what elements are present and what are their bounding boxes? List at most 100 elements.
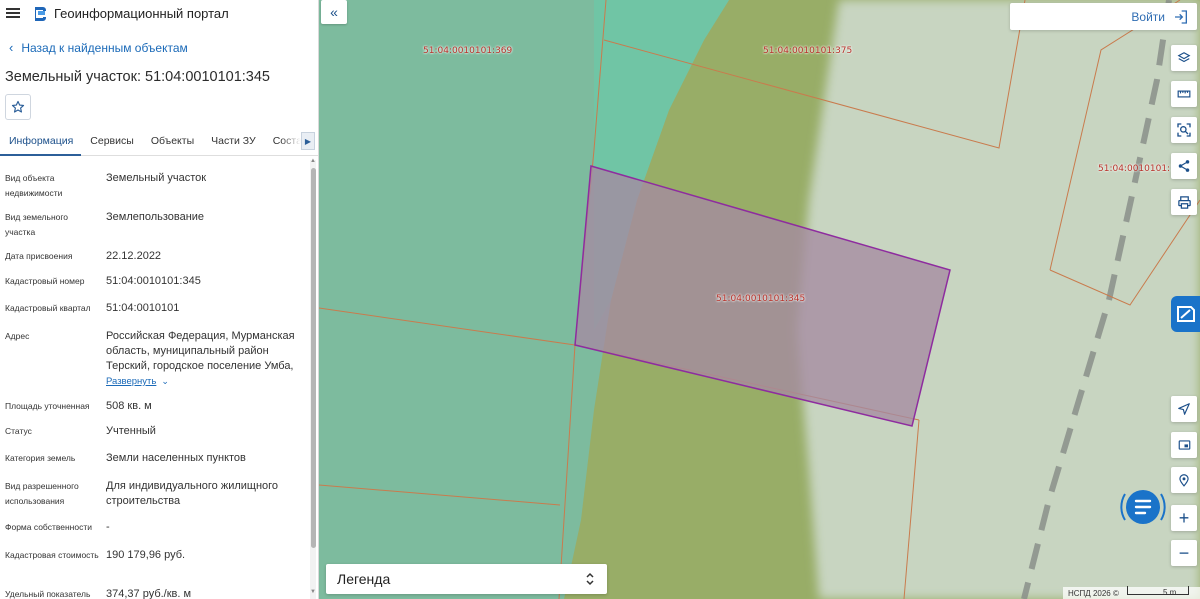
chevron-left-icon: ‹ <box>9 40 14 55</box>
app-title[interactable]: Геоинформационный портал <box>54 6 229 21</box>
property-value: 22.12.2022 <box>106 250 162 262</box>
chevron-right-icon[interactable]: ▶ <box>301 132 315 150</box>
favorite-button[interactable] <box>5 94 31 120</box>
star-icon <box>11 100 25 113</box>
minus-icon: − <box>1178 542 1190 563</box>
property-value: - <box>106 521 110 533</box>
tab-services[interactable]: Сервисы <box>81 129 142 156</box>
property-key: Категория земель <box>5 453 76 463</box>
tabs-fade <box>281 129 301 155</box>
login-label: Войти <box>1131 9 1165 24</box>
address-expand[interactable]: Развернуть ⌄ <box>106 374 300 389</box>
property-key: Адрес <box>5 331 30 341</box>
map-canvas[interactable]: 51:04:0010101:369 51:04:0010101:375 51:0… <box>319 0 1200 599</box>
parcel-label[interactable]: 51:04:0010101:369 <box>423 46 512 56</box>
property-key: Вид разрешенного использования <box>5 481 79 506</box>
zoom-out-button[interactable]: − <box>1171 540 1197 566</box>
property-key: Кадастровая стоимость <box>5 550 99 560</box>
print-button[interactable] <box>1171 189 1197 215</box>
geoportal-app: Геоинформационный портал ‹ Назад к найде… <box>0 0 1200 599</box>
property-row: Статус Учтенный <box>0 424 305 439</box>
chat-button[interactable] <box>1116 480 1170 534</box>
back-to-results-link[interactable]: ‹ Назад к найденным объектам <box>9 40 318 55</box>
property-key: Кадастровый номер <box>5 276 85 286</box>
property-row: Кадастровый номер 51:04:0010101:345 <box>0 274 305 289</box>
geolocation-icon <box>1178 403 1190 415</box>
chevron-down-icon[interactable]: ⌄ <box>161 376 169 386</box>
property-row: Форма собственности - <box>0 520 305 535</box>
legend-label: Легенда <box>337 571 391 587</box>
property-key: Вид объекта недвижимости <box>5 173 63 198</box>
panel-scrollbar-thumb[interactable] <box>311 168 316 548</box>
plus-icon: + <box>1178 507 1190 528</box>
parcel-label[interactable]: 51:04:0010101:375 <box>763 46 852 56</box>
property-row: Вид разрешенного использования Для индив… <box>0 479 305 509</box>
tab-parcel-parts[interactable]: Части ЗУ <box>202 129 264 156</box>
hamburger-icon[interactable] <box>6 8 20 18</box>
portal-logo-icon[interactable] <box>32 5 48 21</box>
property-value: Для индивидуального жилищного строительс… <box>106 480 279 507</box>
expand-link[interactable]: Развернуть <box>106 376 156 387</box>
scroll-up-arrow-icon[interactable]: ▲ <box>310 158 316 164</box>
minimap-button[interactable] <box>1171 432 1197 458</box>
double-chevron-left-icon: « <box>330 4 338 20</box>
chat-icon <box>1120 490 1166 524</box>
property-row: Вид земельного участка Землепользование <box>0 210 305 240</box>
top-bar: Геоинформационный портал <box>0 0 318 26</box>
collapse-panel-button[interactable]: « <box>321 0 347 24</box>
share-button[interactable] <box>1171 153 1197 179</box>
property-row: Кадастровый квартал 51:04:0010101 <box>0 301 305 316</box>
ruler-button[interactable] <box>1171 81 1197 107</box>
chevron-updown-icon <box>586 572 594 586</box>
copyright-label: НСПД 2026 © <box>1068 588 1119 598</box>
tab-objects[interactable]: Объекты <box>142 129 202 156</box>
property-key: Удельный показатель <box>5 589 91 599</box>
property-value: 374,37 руб./кв. м <box>106 588 192 599</box>
property-key: Форма собственности <box>5 522 92 532</box>
parcel-label[interactable]: 51:04:0010101:16 <box>1098 164 1182 174</box>
area-select-button[interactable] <box>1171 117 1197 143</box>
ruler-icon <box>1177 90 1191 98</box>
property-row: Вид объекта недвижимости Земельный участ… <box>0 171 305 201</box>
panel-tab-icon <box>1176 306 1195 322</box>
geolocation-button[interactable] <box>1171 396 1197 422</box>
panel-tab-button[interactable] <box>1171 296 1200 332</box>
property-row: Удельный показатель 374,37 руб./кв. м <box>0 587 305 599</box>
property-value: Землепользование <box>106 211 205 223</box>
zoom-in-button[interactable]: + <box>1171 505 1197 531</box>
minimap-icon <box>1178 440 1190 450</box>
parcel-label[interactable]: 51:04:0010101:345 <box>716 294 805 304</box>
print-icon <box>1177 195 1191 209</box>
search-location-icon <box>1179 474 1189 487</box>
area-select-icon <box>1177 123 1191 137</box>
property-key: Статус <box>5 426 32 436</box>
scale-bar <box>1127 586 1189 595</box>
property-value: 51:04:0010101 <box>106 302 180 314</box>
layers-button[interactable] <box>1171 45 1197 71</box>
property-key: Вид земельного участка <box>5 212 69 237</box>
property-row: Кадастровая стоимость 190 179,96 руб. <box>0 548 305 563</box>
search-location-button[interactable] <box>1171 467 1197 493</box>
login-icon <box>1175 9 1187 24</box>
scroll-down-arrow-icon[interactable]: ▼ <box>310 589 316 595</box>
property-value: Земли населенных пунктов <box>106 452 246 464</box>
property-row: Адрес Российская Федерация, Мурманская о… <box>0 329 305 389</box>
object-title: Земельный участок: 51:04:0010101:345 <box>5 69 270 85</box>
property-row: Дата присвоения 22.12.2022 <box>0 249 305 264</box>
property-value: Земельный участок <box>106 172 207 184</box>
scale-label: 5 m <box>1163 588 1177 597</box>
info-tabs: Информация Сервисы Объекты Части ЗУ Сост… <box>0 129 318 156</box>
share-icon <box>1178 160 1190 172</box>
tab-information[interactable]: Информация <box>0 129 82 156</box>
property-value: Российская Федерация, Мурманская область… <box>106 330 295 372</box>
legend-dropdown[interactable]: Легенда <box>326 564 607 594</box>
property-key: Площадь уточненная <box>5 401 90 411</box>
back-link-label: Назад к найденным объектам <box>21 40 188 55</box>
layers-icon <box>1177 52 1191 63</box>
property-value: 190 179,96 руб. <box>106 549 186 561</box>
property-key: Дата присвоения <box>5 251 73 261</box>
property-value: Учтенный <box>106 425 156 437</box>
login-button[interactable]: Войти <box>1010 3 1197 30</box>
object-info-panel: Геоинформационный портал ‹ Назад к найде… <box>0 0 319 599</box>
property-value: 508 кв. м <box>106 400 152 412</box>
